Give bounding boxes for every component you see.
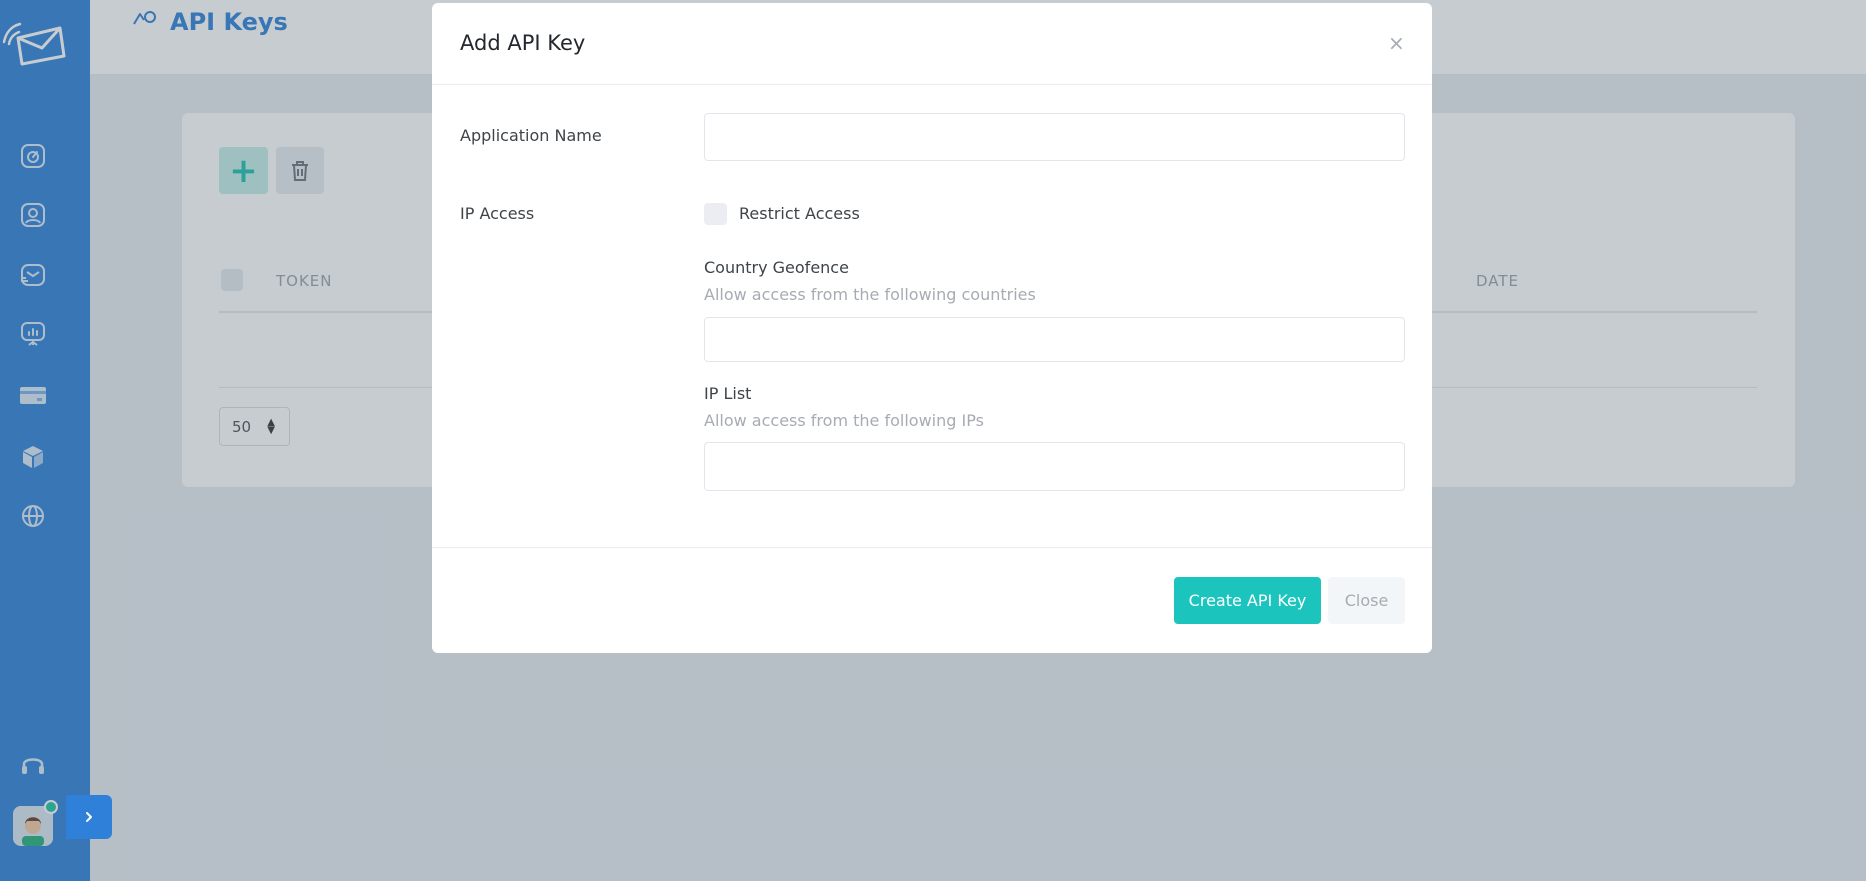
ip-list-input[interactable]: [704, 442, 1405, 491]
application-name-input[interactable]: [704, 113, 1405, 161]
application-name-label: Application Name: [460, 126, 602, 145]
country-geofence-label: Country Geofence: [704, 258, 849, 277]
chevron-right-icon: [86, 812, 92, 822]
country-geofence-hint: Allow access from the following countrie…: [704, 285, 1036, 304]
create-api-key-button[interactable]: Create API Key: [1174, 577, 1321, 624]
ip-access-label: IP Access: [460, 204, 535, 223]
add-api-key-modal: Add API Key × Application Name IP Access…: [432, 3, 1432, 653]
restrict-access-label[interactable]: Restrict Access: [739, 204, 860, 223]
modal-footer-divider: [432, 547, 1432, 548]
restrict-access-checkbox[interactable]: [704, 203, 727, 225]
ip-list-label: IP List: [704, 384, 752, 403]
country-geofence-input[interactable]: [704, 317, 1405, 362]
modal-title: Add API Key: [460, 31, 586, 55]
ip-list-hint: Allow access from the following IPs: [704, 411, 984, 430]
close-icon[interactable]: ×: [1388, 31, 1405, 55]
modal-header: Add API Key ×: [432, 3, 1432, 85]
close-button[interactable]: Close: [1328, 577, 1405, 624]
sidebar-expand-button[interactable]: [66, 795, 112, 839]
